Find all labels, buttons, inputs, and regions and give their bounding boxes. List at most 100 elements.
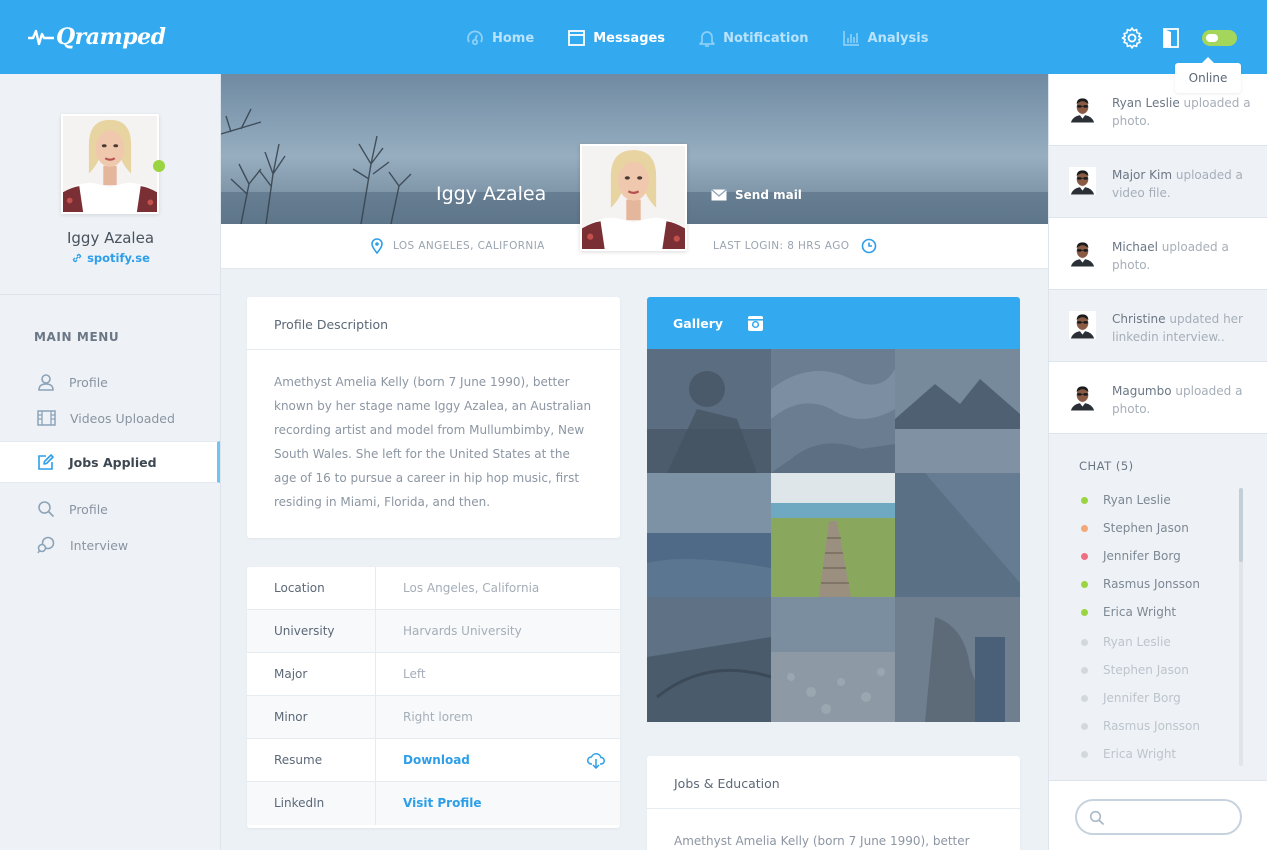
jobs-education-card: Jobs & Education Amethyst Amelia Kelly (…: [647, 756, 1020, 850]
activity-user: Christine: [1112, 312, 1166, 326]
bell-icon: [699, 31, 715, 47]
nav-analysis[interactable]: Analysis: [842, 26, 928, 50]
chat-user[interactable]: Rasmus Jonsson: [1081, 577, 1200, 591]
scrollbar-thumb[interactable]: [1239, 488, 1243, 562]
info-label: Resume: [247, 739, 376, 781]
film-icon: [37, 410, 56, 426]
instagram-icon[interactable]: [747, 315, 764, 332]
menu-item-jobs[interactable]: Jobs Applied: [0, 441, 220, 483]
app-name: Qramped: [56, 24, 166, 50]
status-dot: [1081, 608, 1088, 616]
chat-user-name: Stephen Jason: [1103, 521, 1189, 535]
online-toggle[interactable]: [1202, 30, 1237, 46]
chat-user[interactable]: Stephen Jason: [1081, 663, 1189, 677]
status-dot: [1081, 722, 1088, 730]
menu-item-label: Profile: [69, 501, 108, 517]
profile-link[interactable]: spotify.se: [0, 251, 221, 265]
messages-icon: [568, 30, 586, 46]
send-mail-button[interactable]: Send mail: [711, 188, 802, 202]
activity-item[interactable]: Major Kim uploaded a video file.: [1049, 146, 1267, 218]
table-row: Major Left: [247, 653, 620, 696]
top-actions: [1102, 26, 1237, 50]
chat-user[interactable]: Ryan Leslie: [1081, 635, 1171, 649]
search-icon: [1089, 810, 1105, 826]
chat-user[interactable]: Jennifer Borg: [1081, 691, 1181, 705]
app-logo[interactable]: Qramped: [28, 24, 166, 50]
chat-user[interactable]: Ryan Leslie: [1081, 493, 1171, 507]
nav-home[interactable]: Home: [466, 26, 534, 50]
status-dot: [1081, 496, 1088, 504]
chat-user[interactable]: Jennifer Borg: [1081, 549, 1181, 563]
hero-name: Iggy Azalea: [436, 183, 547, 205]
door-button[interactable]: [1162, 27, 1180, 49]
info-value: Los Angeles, California: [403, 581, 540, 595]
info-value: Harvards University: [403, 624, 522, 638]
chat-user[interactable]: Erica Wright: [1081, 605, 1176, 619]
search-input[interactable]: [1113, 809, 1233, 823]
menu-item-videos[interactable]: Videos Uploaded: [0, 398, 220, 438]
nav-home-label: Home: [492, 30, 535, 46]
linkedin-link[interactable]: Visit Profile: [376, 782, 620, 825]
gallery-photo[interactable]: [647, 349, 771, 473]
status-dot: [1081, 552, 1088, 560]
avatar: [1069, 311, 1096, 339]
status-dot: [1081, 524, 1088, 532]
gallery-photo[interactable]: [647, 473, 771, 597]
chart-icon: [842, 31, 859, 46]
location-label: LOS ANGELES, CALIFORNIA: [393, 240, 545, 252]
info-value: Left: [403, 667, 426, 681]
nav-messages[interactable]: Messages: [568, 26, 665, 50]
jobs-description: Amethyst Amelia Kelly (born 7 June 1990)…: [674, 834, 970, 848]
activity-item[interactable]: Christine updated her linkedin interview…: [1049, 290, 1267, 362]
avatar[interactable]: [61, 114, 159, 214]
last-login-text: LAST LOGIN: 8 HRS AGO: [713, 238, 877, 254]
gallery-photo[interactable]: [895, 473, 1020, 597]
photo-gallery: [647, 349, 1020, 722]
profile-link-label: spotify.se: [87, 251, 150, 265]
status-tooltip: Online: [1175, 57, 1241, 93]
resume-download-link[interactable]: Download: [376, 739, 620, 781]
avatar: [1069, 167, 1096, 195]
settings-button[interactable]: [1120, 26, 1144, 50]
gear-icon: [1121, 27, 1143, 49]
gallery-photo[interactable]: [647, 597, 771, 722]
card-title: Jobs & Education: [647, 756, 1020, 809]
cloud-download-icon[interactable]: [587, 752, 605, 769]
profile-description-card: Profile Description Amethyst Amelia Kell…: [247, 297, 620, 538]
door-icon: [1163, 28, 1179, 48]
last-login-label: LAST LOGIN: 8 HRS AGO: [713, 240, 850, 252]
hero-avatar[interactable]: [580, 144, 687, 251]
chat-user[interactable]: Rasmus Jonsson: [1081, 719, 1200, 733]
menu-item-profile[interactable]: Profile: [0, 362, 220, 402]
chat-user-name: Erica Wright: [1103, 747, 1177, 761]
gallery-photo[interactable]: [895, 349, 1020, 473]
online-indicator: [153, 160, 165, 172]
menu-item-search-profile[interactable]: Profile: [0, 489, 220, 529]
chat-scrollbar[interactable]: [1239, 488, 1243, 766]
status-dot: [1081, 694, 1088, 702]
info-label: Major: [247, 653, 376, 695]
activity-item[interactable]: Michael uploaded a photo.: [1049, 218, 1267, 290]
menu-item-interview[interactable]: Interview: [0, 525, 220, 565]
avatar: [1069, 383, 1096, 411]
chat-title: CHAT (5): [1079, 459, 1134, 473]
info-label: University: [247, 610, 376, 652]
gallery-photo[interactable]: [895, 597, 1020, 722]
menu-title: MAIN MENU: [34, 330, 120, 344]
clock-icon: [862, 238, 877, 254]
nav-notification[interactable]: Notification: [699, 26, 809, 50]
chat-user[interactable]: Erica Wright: [1081, 747, 1176, 761]
info-label: LinkedIn: [247, 782, 376, 825]
chat-user[interactable]: Stephen Jason: [1081, 521, 1189, 535]
pulse-icon: [28, 29, 54, 46]
status-dot: [1081, 750, 1088, 758]
toggle-knob: [1206, 34, 1218, 42]
activity-item[interactable]: Magumbo uploaded a photo.: [1049, 362, 1267, 434]
gallery-photo[interactable]: [771, 597, 895, 722]
gallery-header: Gallery: [647, 297, 1020, 349]
gallery-photo[interactable]: [771, 473, 895, 597]
status-dot: [1081, 666, 1088, 674]
chat-search[interactable]: [1075, 799, 1242, 835]
main-nav: Home Messages Notification Analysis: [466, 26, 962, 50]
gallery-photo[interactable]: [771, 349, 895, 473]
